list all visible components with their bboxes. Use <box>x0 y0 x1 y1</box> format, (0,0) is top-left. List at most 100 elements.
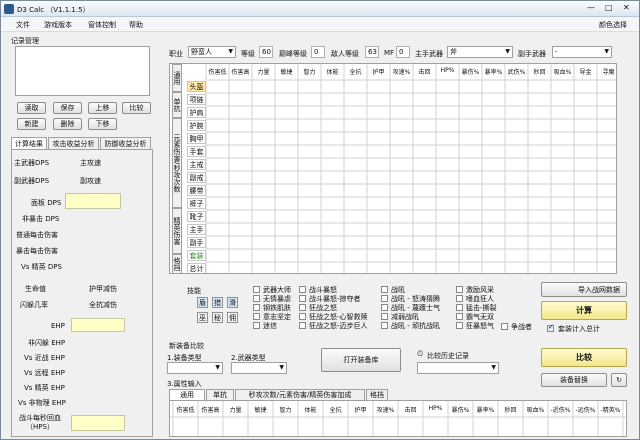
delete-button[interactable]: 删除 <box>53 118 82 130</box>
vtab-1[interactable]: 单抗 <box>172 92 182 118</box>
grid-row-label[interactable]: 靴子 <box>187 211 206 222</box>
vtab-4[interactable]: 格挡 <box>172 254 182 273</box>
grid-row-label[interactable]: 总计 <box>187 263 206 273</box>
main-weapon-select[interactable]: 斧 ▼ <box>447 46 513 58</box>
mf-field[interactable]: 0 <box>396 46 410 58</box>
skill-icon[interactable]: 佣 <box>227 312 238 323</box>
grid-row-label[interactable]: 护腕 <box>187 120 206 131</box>
menu-help[interactable]: 帮助 <box>129 20 143 30</box>
skill-checkbox[interactable] <box>456 304 463 311</box>
compare-tab-1[interactable]: 单抗 <box>206 389 234 400</box>
import-battlenet-button[interactable]: 导入战网数据 <box>541 282 627 297</box>
move-down-button[interactable]: 下移 <box>88 118 117 130</box>
skill-checkbox-label: 战吼 - 顽抗战吼 <box>391 322 440 330</box>
replace-equip-button[interactable]: 装备替换 <box>541 373 607 387</box>
grid-row-label[interactable]: 套装 <box>187 250 206 261</box>
skill-icon[interactable]: 滑 <box>227 297 238 308</box>
skill-checkbox[interactable] <box>253 322 260 329</box>
calculate-button[interactable]: 计算 <box>541 301 627 320</box>
grid-row-label[interactable]: 手套 <box>187 146 206 157</box>
refresh-icon[interactable]: ↻ <box>611 373 627 387</box>
records-list[interactable] <box>15 46 150 96</box>
skill-checkbox[interactable] <box>381 313 388 320</box>
menu-game-version[interactable]: 游戏版本 <box>44 20 72 30</box>
skill-icon[interactable]: 秘 <box>212 312 223 323</box>
close-icon[interactable]: ✕ <box>623 3 630 12</box>
save-button[interactable]: 保存 <box>53 102 82 114</box>
grid-row-label[interactable]: 护肩 <box>187 107 206 118</box>
compare-tab-0[interactable]: 通用 <box>169 389 205 400</box>
minimize-icon[interactable]: — <box>587 3 595 12</box>
new-button[interactable]: 新建 <box>17 118 46 130</box>
skill-checkbox[interactable] <box>253 304 260 311</box>
menu-window-control[interactable]: 窗体控制 <box>88 20 116 30</box>
skill-checkbox[interactable] <box>456 313 463 320</box>
level-field[interactable]: 60 <box>259 46 273 58</box>
vtab-3[interactable]: 精英伤害 <box>172 208 182 254</box>
main-weapon-dps-label: 主武器DPS <box>14 159 50 167</box>
move-up-button[interactable]: 上移 <box>88 102 117 114</box>
vtab-0[interactable]: 通用 <box>172 64 182 92</box>
grid-col-header: 智力 <box>303 69 316 76</box>
extra-skill-checkbox[interactable] <box>501 323 508 330</box>
skill-checkbox[interactable] <box>253 286 260 293</box>
skill-checkbox[interactable] <box>456 295 463 302</box>
menu-color-select[interactable]: 颜色选择 <box>599 20 627 30</box>
skill-checkbox[interactable] <box>299 304 306 311</box>
skill-checkbox[interactable] <box>299 313 306 320</box>
compare-button[interactable]: 比较 <box>541 348 627 367</box>
maximize-icon[interactable]: □ <box>605 3 613 12</box>
off-weapon-select[interactable]: - ▼ <box>552 46 612 58</box>
non-dodge-ehp-label: 非闪躲 EHP <box>28 339 66 347</box>
compare-record-button[interactable]: 比较 <box>122 102 151 114</box>
vs-elite-dps-label: Vs 精英 DPS <box>21 263 62 271</box>
compare-history-select[interactable]: ▼ <box>417 362 499 374</box>
grid-row-label[interactable]: 胸甲 <box>187 133 206 144</box>
grid-row-label[interactable]: 主手 <box>187 224 206 235</box>
skill-checkbox[interactable] <box>253 313 260 320</box>
grid-row-label[interactable]: 项链 <box>187 94 206 105</box>
gear-grid[interactable]: 伤害低 伤害高 力量 敏捷 智力 体能 全抗 护甲 攻速% 击回 HP% 暴伤% 暴率% 武伤% 秒回 吸血%… <box>169 63 617 274</box>
compare-col-header: -远伤% <box>575 407 596 414</box>
vtab-2[interactable]: 元素伤害/秒攻次数 <box>172 118 182 208</box>
paragon-field[interactable]: 0 <box>311 46 325 58</box>
grid-row-label[interactable]: 主戒 <box>187 159 206 170</box>
skill-icon[interactable]: 盾 <box>197 297 208 308</box>
skill-checkbox[interactable] <box>299 295 306 302</box>
compare-tab-2[interactable]: 秒攻次数/元素伤害/精英伤害加成 <box>235 389 365 400</box>
grid-col-header: 敏捷 <box>280 69 293 76</box>
open-equip-library-button[interactable]: 打开装备库 <box>321 348 401 372</box>
skill-icon[interactable]: 巫 <box>197 312 208 323</box>
compare-grid[interactable]: 伤害低 伤害高 力量 敏捷 智力 体能 全抗 护甲 攻速% 击回 HP% 暴伤% 暴率% 秒回 吸血% -近伤… <box>169 400 627 437</box>
main-attack-speed-label: 主攻速 <box>80 159 101 167</box>
grid-row-label[interactable]: 副手 <box>187 237 206 248</box>
skill-icon[interactable]: 猎 <box>212 297 223 308</box>
menu-file[interactable]: 文件 <box>16 20 30 30</box>
skill-checkbox[interactable] <box>299 322 306 329</box>
skill-checkbox[interactable] <box>299 286 306 293</box>
equip-type-select[interactable]: ▼ <box>167 362 223 374</box>
load-button[interactable]: 读取 <box>17 102 46 114</box>
enemy-level-field[interactable]: 63 <box>365 46 379 58</box>
skill-checkbox[interactable] <box>253 295 260 302</box>
compare-tab-3[interactable]: 格挡 <box>366 389 388 400</box>
skill-checkbox[interactable] <box>381 322 388 329</box>
compare-col-header: -近伤% <box>550 407 571 414</box>
skill-checkbox[interactable] <box>456 322 463 329</box>
skill-checkbox[interactable] <box>381 286 388 293</box>
grid-row-label[interactable]: 腰带 <box>187 185 206 196</box>
grid-row-label[interactable]: 裤子 <box>187 198 206 209</box>
career-select[interactable]: 野蛮人 ▼ <box>188 46 236 58</box>
compare-col-header: 全抗 <box>329 407 342 414</box>
skill-checkbox[interactable] <box>381 304 388 311</box>
skill-checkbox[interactable] <box>456 286 463 293</box>
skill-checkbox[interactable] <box>381 295 388 302</box>
grid-row-label[interactable]: 头盔 <box>187 81 206 92</box>
tab-attack-gain[interactable]: 攻击收益分析 <box>48 137 99 149</box>
weapon-type-select[interactable]: ▼ <box>231 362 287 374</box>
tab-defense-gain[interactable]: 防御收益分析 <box>100 137 151 149</box>
tab-calc-result[interactable]: 计算结果 <box>11 137 47 149</box>
dodge-label: 闪躲几率 <box>20 301 48 309</box>
grid-row-label[interactable]: 副戒 <box>187 172 206 183</box>
vs-elite-ehp-label: Vs 精英 EHP <box>24 384 65 392</box>
